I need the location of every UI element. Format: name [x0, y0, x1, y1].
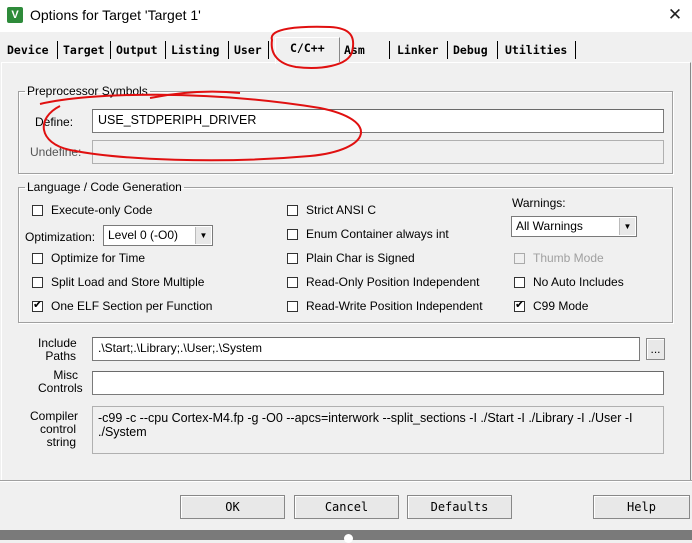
plain-char-checkbox[interactable]: Plain Char is Signed: [287, 251, 415, 267]
warnings-label: Warnings:: [512, 196, 566, 210]
dropdown-arrow-icon: ▼: [195, 227, 211, 244]
misc-controls-label-line2: Controls: [38, 381, 83, 395]
warnings-value: All Warnings: [516, 219, 583, 233]
tab-output[interactable]: Output: [116, 40, 158, 60]
misc-controls-label: Misc Controls: [38, 369, 83, 395]
tab-separator: [57, 41, 58, 59]
undefine-field[interactable]: [92, 140, 664, 164]
tab-separator: [228, 41, 229, 59]
keil-uvision-icon: V: [7, 7, 23, 23]
checkbox-box: [514, 253, 525, 264]
checkbox-box: ✔: [514, 299, 525, 312]
strict-ansi-checkbox[interactable]: Strict ANSI C: [287, 203, 376, 219]
undefine-label: Undefine:: [30, 145, 82, 159]
no-auto-includes-checkbox[interactable]: No Auto Includes: [514, 275, 624, 291]
compiler-control-string-label: Compiler control string: [30, 410, 78, 449]
optimization-label: Optimization:: [25, 230, 96, 244]
no-auto-includes-label: No Auto Includes: [533, 275, 624, 289]
window-title: Options for Target 'Target 1': [30, 7, 201, 23]
enum-int-label: Enum Container always int: [306, 227, 449, 241]
misc-controls-field[interactable]: [92, 371, 664, 395]
rw-pi-label: Read-Write Position Independent: [306, 299, 483, 313]
one-elf-checkbox[interactable]: ✔ One ELF Section per Function: [32, 299, 212, 315]
split-load-checkbox[interactable]: Split Load and Store Multiple: [32, 275, 204, 291]
optimize-time-checkbox[interactable]: Optimize for Time: [32, 251, 145, 267]
checkbox-box: [287, 253, 298, 264]
preprocessor-symbols-legend: Preprocessor Symbols: [27, 84, 148, 98]
tab-debug[interactable]: Debug: [453, 40, 488, 60]
c99-mode-label: C99 Mode: [533, 299, 589, 313]
split-load-label: Split Load and Store Multiple: [51, 275, 205, 289]
tab-asm[interactable]: Asm: [344, 40, 365, 60]
checkbox-box: [32, 277, 43, 288]
plain-char-label: Plain Char is Signed: [306, 251, 415, 265]
code-generation-legend: Language / Code Generation: [27, 180, 182, 194]
compiler-control-string-field[interactable]: -c99 -c --cpu Cortex-M4.fp -g -O0 --apcs…: [92, 406, 664, 454]
scroll-thumb[interactable]: [344, 534, 353, 543]
execute-only-label: Execute-only Code: [51, 203, 153, 217]
checkbox-box: [287, 277, 298, 288]
tab-c-cpp[interactable]: C/C++: [275, 37, 340, 64]
tab-separator: [575, 41, 576, 59]
checkbox-box: [32, 253, 43, 264]
execute-only-checkbox[interactable]: Execute-only Code: [32, 203, 152, 219]
tab-device[interactable]: Device: [7, 40, 49, 60]
checkbox-box: [514, 277, 525, 288]
checkbox-box: [287, 301, 298, 312]
tab-separator: [497, 41, 498, 59]
checkmark-icon: ✔: [515, 299, 525, 311]
optimization-select[interactable]: Level 0 (-O0) ▼: [103, 225, 213, 246]
ok-button[interactable]: OK: [180, 495, 285, 519]
tab-linker[interactable]: Linker: [397, 40, 439, 60]
dropdown-arrow-icon: ▼: [619, 218, 635, 235]
tab-separator: [110, 41, 111, 59]
horizontal-scrollbar[interactable]: [0, 530, 692, 543]
checkmark-icon: ✔: [33, 299, 43, 311]
rw-pi-checkbox[interactable]: Read-Write Position Independent: [287, 299, 483, 315]
tab-strip: Device Target Output Listing User C/C++ …: [0, 37, 692, 64]
checkbox-box: ✔: [32, 299, 43, 312]
tab-listing[interactable]: Listing: [171, 40, 219, 60]
optimize-time-label: Optimize for Time: [51, 251, 146, 265]
tab-separator: [389, 41, 390, 59]
include-paths-label: Include Paths: [38, 337, 77, 363]
title-bar: V Options for Target 'Target 1' ✕: [0, 0, 692, 32]
browse-include-paths-button[interactable]: ...: [646, 338, 665, 360]
define-label: Define:: [35, 115, 74, 129]
cancel-button[interactable]: Cancel: [294, 495, 399, 519]
close-icon[interactable]: ✕: [664, 4, 686, 26]
optimization-value: Level 0 (-O0): [108, 228, 179, 242]
include-paths-label-line2: Paths: [45, 349, 76, 363]
thumb-mode-label: Thumb Mode: [533, 251, 604, 265]
tab-utilities[interactable]: Utilities: [505, 40, 567, 60]
checkbox-box: [287, 205, 298, 216]
strict-ansi-label: Strict ANSI C: [306, 203, 377, 217]
tab-target[interactable]: Target: [63, 40, 105, 60]
tab-user[interactable]: User: [234, 40, 262, 60]
ro-pi-label: Read-Only Position Independent: [306, 275, 480, 289]
tab-separator: [447, 41, 448, 59]
defaults-button[interactable]: Defaults: [407, 495, 512, 519]
one-elf-label: One ELF Section per Function: [51, 299, 213, 313]
enum-int-checkbox[interactable]: Enum Container always int: [287, 227, 449, 243]
c99-mode-checkbox[interactable]: ✔ C99 Mode: [514, 299, 588, 315]
tab-separator: [268, 41, 269, 59]
define-field[interactable]: USE_STDPERIPH_DRIVER: [92, 109, 664, 133]
thumb-mode-checkbox[interactable]: Thumb Mode: [514, 251, 604, 267]
help-button[interactable]: Help: [593, 495, 690, 519]
include-paths-field[interactable]: .\Start;.\Library;.\User;.\System: [92, 337, 640, 361]
checkbox-box: [287, 229, 298, 240]
warnings-select[interactable]: All Warnings ▼: [511, 216, 637, 237]
checkbox-box: [32, 205, 43, 216]
ro-pi-checkbox[interactable]: Read-Only Position Independent: [287, 275, 479, 291]
tab-separator: [165, 41, 166, 59]
compiler-control-label-line3: string: [46, 435, 76, 449]
